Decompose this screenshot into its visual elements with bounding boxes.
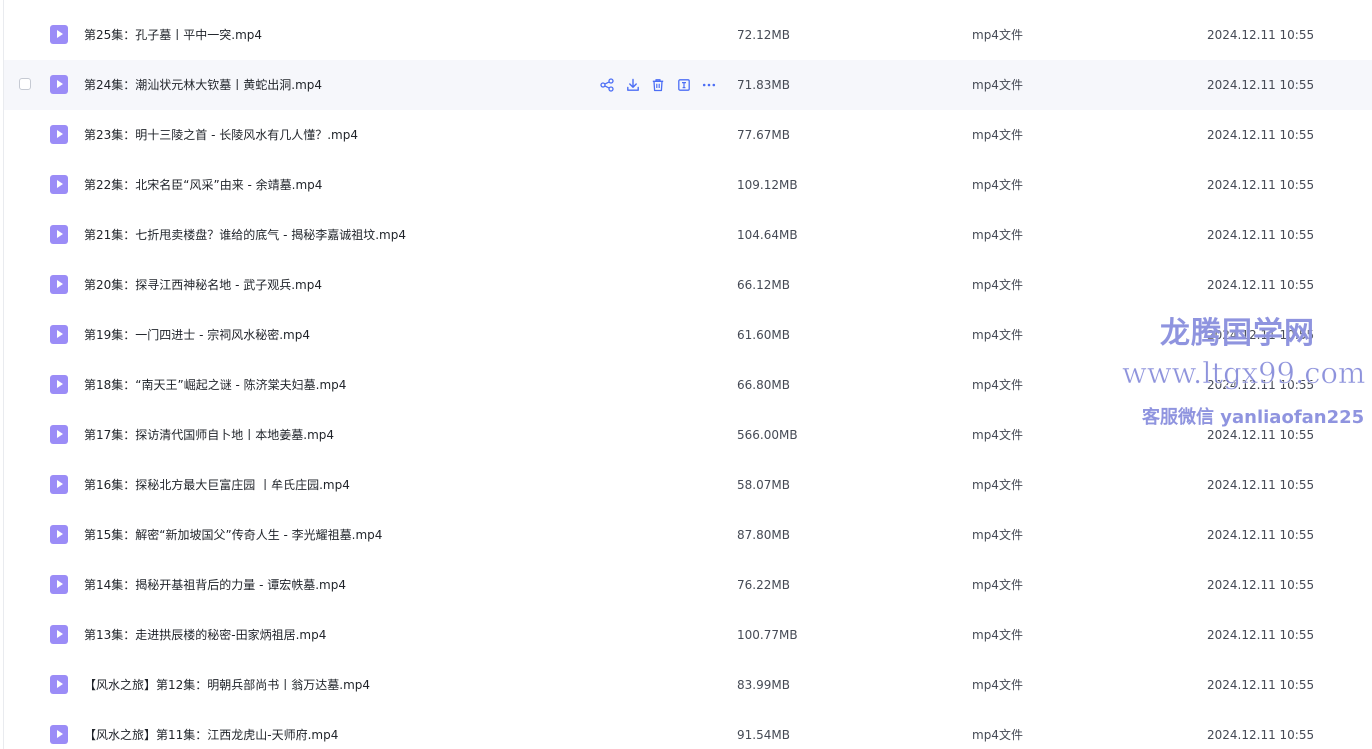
file-row[interactable]: 第23集：明十三陵之首 - 长陵风水有几人懂？.mp4 77.67MB mp4文件 2…: [4, 110, 1372, 160]
file-type: mp4文件: [972, 678, 1023, 692]
video-file-icon: [50, 25, 68, 44]
file-row[interactable]: 第22集：北宋名臣“风采”由来 - 余靖墓.mp4 109.12MB mp4文件 20…: [4, 160, 1372, 210]
file-row[interactable]: 【风水之旅】第11集：江西龙虎山-天师府.mp4 91.54MB mp4文件 2024…: [4, 710, 1372, 749]
video-file-icon: [50, 125, 68, 144]
file-size: 109.12MB: [737, 178, 798, 192]
file-name[interactable]: 第14集：揭秘开基祖背后的力量 - 谭宏帙墓.mp4: [84, 560, 346, 610]
file-modified-time: 2024.12.11 10:55: [1207, 678, 1315, 692]
file-modified-time: 2024.12.11 10:55: [1207, 28, 1315, 42]
file-modified-time: 2024.12.11 10:55: [1207, 478, 1315, 492]
file-name[interactable]: 第19集：一门四进士 - 宗祠风水秘密.mp4: [84, 310, 310, 360]
video-file-icon: [50, 725, 68, 744]
row-actions: [600, 76, 728, 94]
file-size: 66.80MB: [737, 378, 790, 392]
file-list: 第25集：孔子墓丨平中一突.mp4 72.12MB mp4文件 2024.12.11 …: [4, 10, 1372, 749]
file-row[interactable]: 第21集：七折甩卖楼盘？谁给的底气 - 揭秘李嘉诚祖坟.mp4 104.64MB m…: [4, 210, 1372, 260]
file-modified-time: 2024.12.11 10:55: [1207, 228, 1315, 242]
file-row[interactable]: 【风水之旅】第12集：明朝兵部尚书丨翁万达墓.mp4 83.99MB mp4文件 20…: [4, 660, 1372, 710]
file-type: mp4文件: [972, 428, 1023, 442]
file-modified-time: 2024.12.11 10:55: [1207, 728, 1315, 742]
file-type: mp4文件: [972, 728, 1023, 742]
video-file-icon: [50, 275, 68, 294]
file-size: 77.67MB: [737, 128, 790, 142]
file-size: 58.07MB: [737, 478, 790, 492]
video-file-icon: [50, 425, 68, 444]
video-file-icon: [50, 175, 68, 194]
file-size: 72.12MB: [737, 28, 790, 42]
file-modified-time: 2024.12.11 10:55: [1207, 128, 1315, 142]
file-name[interactable]: 第21集：七折甩卖楼盘？谁给的底气 - 揭秘李嘉诚祖坟.mp4: [84, 210, 406, 260]
file-modified-time: 2024.12.11 10:55: [1207, 178, 1315, 192]
file-row[interactable]: 第24集：潮汕状元林大钦墓丨黄蛇出洞.mp4 71.83MB mp4文件 2024.1…: [4, 60, 1372, 110]
file-name[interactable]: 第18集：“南天王”崛起之谜 - 陈济棠夫妇墓.mp4: [84, 360, 346, 410]
file-row[interactable]: 第18集：“南天王”崛起之谜 - 陈济棠夫妇墓.mp4 66.80MB mp4文件 2…: [4, 360, 1372, 410]
video-file-icon: [50, 75, 68, 94]
file-modified-time: 2024.12.11 10:55: [1207, 278, 1315, 292]
file-size: 566.00MB: [737, 428, 798, 442]
file-type: mp4文件: [972, 228, 1023, 242]
file-row[interactable]: 第17集：探访清代国师自卜地丨本地姜墓.mp4 566.00MB mp4文件 2024…: [4, 410, 1372, 460]
file-type: mp4文件: [972, 478, 1023, 492]
file-type: mp4文件: [972, 628, 1023, 642]
file-type: mp4文件: [972, 178, 1023, 192]
file-modified-time: 2024.12.11 10:55: [1207, 628, 1315, 642]
file-row[interactable]: 第20集：探寻江西神秘名地 - 武子观兵.mp4 66.12MB mp4文件 2024…: [4, 260, 1372, 310]
file-name[interactable]: 第15集：解密“新加坡国父”传奇人生 - 李光耀祖墓.mp4: [84, 510, 382, 560]
file-row[interactable]: 第16集：探秘北方最大巨富庄园 丨牟氏庄园.mp4 58.07MB mp4文件 202…: [4, 460, 1372, 510]
video-file-icon: [50, 475, 68, 494]
file-row[interactable]: 第25集：孔子墓丨平中一突.mp4 72.12MB mp4文件 2024.12.11 …: [4, 10, 1372, 60]
rename-icon[interactable]: [677, 78, 691, 92]
file-browser: 第25集：孔子墓丨平中一突.mp4 72.12MB mp4文件 2024.12.11 …: [0, 0, 1372, 749]
file-modified-time: 2024.12.11 10:55: [1207, 578, 1315, 592]
file-size: 91.54MB: [737, 728, 790, 742]
file-size: 71.83MB: [737, 78, 790, 92]
file-size: 76.22MB: [737, 578, 790, 592]
file-name[interactable]: 第20集：探寻江西神秘名地 - 武子观兵.mp4: [84, 260, 322, 310]
file-name[interactable]: 第25集：孔子墓丨平中一突.mp4: [84, 10, 262, 60]
video-file-icon: [50, 225, 68, 244]
file-name[interactable]: 【风水之旅】第12集：明朝兵部尚书丨翁万达墓.mp4: [84, 660, 370, 710]
file-name[interactable]: 第22集：北宋名臣“风采”由来 - 余靖墓.mp4: [84, 160, 322, 210]
video-file-icon: [50, 325, 68, 344]
file-row[interactable]: 第19集：一门四进士 - 宗祠风水秘密.mp4 61.60MB mp4文件 2024.…: [4, 310, 1372, 360]
file-size: 83.99MB: [737, 678, 790, 692]
file-name[interactable]: 第17集：探访清代国师自卜地丨本地姜墓.mp4: [84, 410, 334, 460]
file-size: 87.80MB: [737, 528, 790, 542]
file-modified-time: 2024.12.11 10:55: [1207, 328, 1315, 342]
file-size: 104.64MB: [737, 228, 798, 242]
file-row[interactable]: 第15集：解密“新加坡国父”传奇人生 - 李光耀祖墓.mp4 87.80MB mp4…: [4, 510, 1372, 560]
video-file-icon: [50, 625, 68, 644]
video-file-icon: [50, 525, 68, 544]
file-row[interactable]: 第14集：揭秘开基祖背后的力量 - 谭宏帙墓.mp4 76.22MB mp4文件 20…: [4, 560, 1372, 610]
file-size: 61.60MB: [737, 328, 790, 342]
file-type: mp4文件: [972, 78, 1023, 92]
file-name[interactable]: 【风水之旅】第11集：江西龙虎山-天师府.mp4: [84, 710, 338, 749]
file-type: mp4文件: [972, 528, 1023, 542]
file-modified-time: 2024.12.11 10:55: [1207, 428, 1315, 442]
file-name[interactable]: 第13集：走进拱辰楼的秘密-田家炳祖居.mp4: [84, 610, 326, 660]
video-file-icon: [50, 675, 68, 694]
file-name[interactable]: 第24集：潮汕状元林大钦墓丨黄蛇出洞.mp4: [84, 60, 322, 110]
video-file-icon: [50, 375, 68, 394]
more-icon[interactable]: [702, 78, 716, 92]
file-type: mp4文件: [972, 28, 1023, 42]
file-size: 100.77MB: [737, 628, 798, 642]
file-name[interactable]: 第23集：明十三陵之首 - 长陵风水有几人懂？.mp4: [84, 110, 358, 160]
file-modified-time: 2024.12.11 10:55: [1207, 378, 1315, 392]
file-size: 66.12MB: [737, 278, 790, 292]
video-file-icon: [50, 575, 68, 594]
file-type: mp4文件: [972, 578, 1023, 592]
share-icon[interactable]: [600, 78, 614, 92]
file-type: mp4文件: [972, 328, 1023, 342]
file-type: mp4文件: [972, 378, 1023, 392]
delete-icon[interactable]: [651, 78, 665, 92]
row-checkbox[interactable]: [19, 78, 31, 90]
file-name[interactable]: 第16集：探秘北方最大巨富庄园 丨牟氏庄园.mp4: [84, 460, 350, 510]
file-modified-time: 2024.12.11 10:55: [1207, 528, 1315, 542]
download-icon[interactable]: [626, 78, 640, 92]
file-type: mp4文件: [972, 128, 1023, 142]
file-type: mp4文件: [972, 278, 1023, 292]
file-row[interactable]: 第13集：走进拱辰楼的秘密-田家炳祖居.mp4 100.77MB mp4文件 2024…: [4, 610, 1372, 660]
file-modified-time: 2024.12.11 10:55: [1207, 78, 1315, 92]
